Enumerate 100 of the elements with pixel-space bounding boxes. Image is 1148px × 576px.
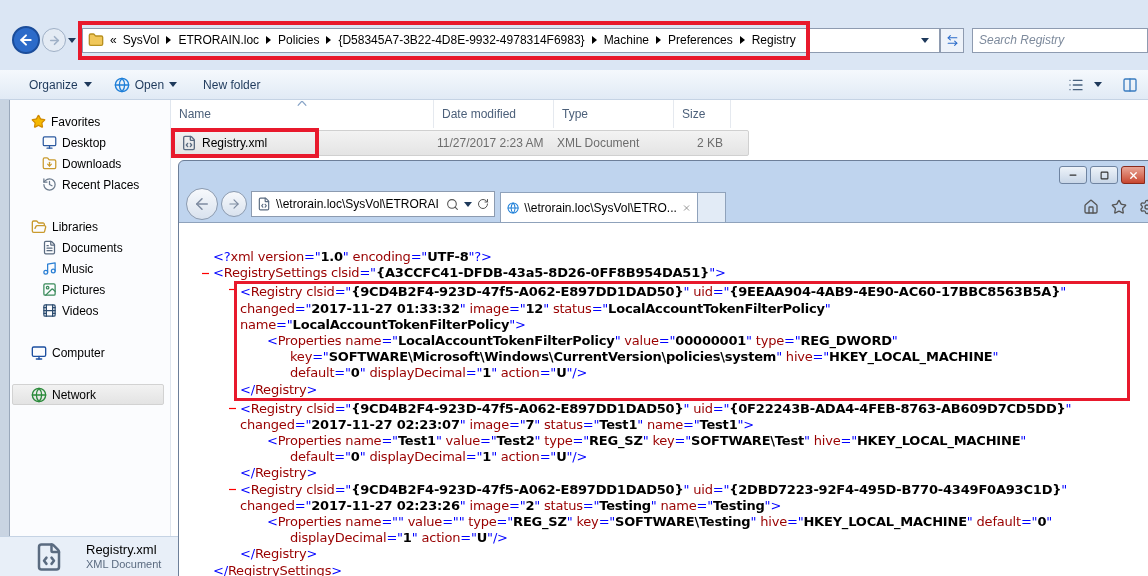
document-icon [42,240,57,255]
xml-line: changed="2017-11-27 02:23:07" image="7" status="Test1" name="Test1"> [240,416,754,432]
nav-item[interactable]: Pictures [12,279,164,300]
xml-line: <?xml version="1.0" encoding="UTF-8"?> [213,249,492,264]
url-field[interactable]: \\etrorain.loc\SysVol\ETRORAI [251,191,495,217]
nav-item[interactable]: Libraries [12,216,164,237]
preview-pane-button[interactable] [1120,76,1140,93]
image-icon [42,282,57,297]
xml-line: name="LocalAccountTokenFilterPolicy"> [240,316,526,332]
nav-item[interactable]: Music [12,258,164,279]
nav-item[interactable]: Downloads [12,153,164,174]
chevron-icon[interactable] [739,36,745,44]
music-note-icon [42,261,57,276]
computer-icon [31,344,47,361]
xml-line: <Registry clsid="{9CD4B2F4-923D-47f5-A062-E897DD1DAD50}" uid="{2DBD7223-92F4-495D-B770-4349F0A93C1D}" [240,481,1068,497]
details-type: XML Document [86,557,162,571]
chevron-icon[interactable] [266,36,272,44]
arrow-right-icon [227,197,241,211]
arrow-right-icon [47,33,61,47]
xml-line: default="0" displayDecimal="1" action="U"/> [290,449,588,465]
minimize-button[interactable] [1059,166,1087,184]
file-name: Registry.xml [202,135,268,152]
caret-icon [68,37,76,43]
chevron-icon[interactable] [591,36,597,44]
home-icon[interactable] [1083,199,1099,215]
arrows-icon [945,33,959,47]
xml-line: displayDecimal="1" action="U"/> [290,530,508,546]
monitor-icon [42,135,57,150]
breadcrumb[interactable]: ETRORAIN.loc [178,31,260,49]
close-icon [1127,169,1139,181]
folder-icon [31,218,47,235]
breadcrumb[interactable]: Registry [751,31,796,49]
xml-line: <Properties name="" value="" type="REG_SZ" key="SOFTWARE\Testing" hive="HKEY_LOCAL_MACHINE" default="0" [267,514,1053,529]
details-name: Registry.xml [86,542,158,557]
xml-line: <Properties name="Test1" value="Test2" type="REG_SZ" key="SOFTWARE\Test" hive="HKEY_LOCAL_MACHINE" [267,433,1027,449]
film-icon [42,303,57,318]
close-button[interactable] [1121,166,1145,184]
nav-item[interactable]: Recent Places [12,174,164,195]
caret-icon [464,201,472,207]
column-header[interactable]: Type [554,100,674,128]
pane-icon [1122,76,1138,93]
xml-line: changed="2017-11-27 01:33:32" image="12" status="LocalAccountTokenFilterPolicy" [240,300,831,316]
globe-icon [507,199,520,216]
new-folder-button[interactable]: New folder [196,72,268,97]
column-header[interactable]: Size [674,100,731,128]
address-bar[interactable]: « SysVol ETRORAIN.loc Policies {D58345A7-3B22-4D8E-9932-4978314F6983} Machine Preferences Registry [82,27,940,53]
xml-line: <Registry clsid="{9CD4B2F4-923D-47f5-A062-E897DD1DAD50}" uid="{9EEAA904-4AB9-4E90-AC60-17BBC8563B5A}" [240,284,1066,300]
breadcrumb[interactable]: {D58345A7-3B22-4D8E-9932-4978314F6983} [338,31,585,49]
nav-item[interactable]: Network [12,384,164,405]
caret-icon [921,37,929,43]
breadcrumb[interactable]: Machine [603,31,649,49]
xml-line: <Properties name="LocalAccountTokenFilterPolicy" value="00000001" type="REG_DWORD" [267,332,898,348]
star-icon [31,114,46,129]
size-cell-text: 2 KB [696,135,723,152]
nav-item[interactable]: Videos [12,300,164,321]
xml-line: <RegistrySettings clsid="{A3CCFC41-DFDB-43a5-8D26-0FF8B954DA51}"> [213,265,726,281]
breadcrumb[interactable]: SysVol [122,31,160,49]
browser-icon [113,76,130,93]
breadcrumb[interactable]: Policies [278,31,320,49]
chevron-icon[interactable] [656,36,661,44]
xml-line: </Registry> [240,546,318,562]
breadcrumb[interactable]: Preferences [668,31,733,49]
open-menu[interactable]: Open [106,72,185,97]
xml-line: changed="2017-11-27 02:23:26" image="2" status="Testing" name="Testing"> [240,497,782,513]
maximize-icon [1099,170,1109,180]
document-icon [257,197,271,211]
column-header[interactable]: Name [171,100,434,128]
nav-item[interactable]: Favorites [12,111,164,132]
column-header[interactable]: Date modified [434,100,554,128]
xml-line: key="SOFTWARE\Microsoft\Windows\CurrentVersion\policies\system" hive="HKEY_LOCAL_MACHINE" [290,349,999,365]
browser-tab[interactable]: \\etrorain.loc\SysVol\ETRO... [500,192,698,222]
clock-icon [42,177,57,192]
organize-menu[interactable]: Organize [22,72,99,97]
globe-icon [31,386,47,403]
folder-icon [88,32,104,48]
caret-icon [1094,82,1102,87]
xml-line: </Registry> [240,381,318,397]
back-button[interactable] [12,26,40,54]
document-icon [181,135,197,151]
overflow-chevron[interactable]: « [110,31,117,49]
maximize-button[interactable] [1090,166,1118,184]
chevron-icon[interactable] [326,36,332,44]
nav-item[interactable]: Computer [12,342,164,363]
search-icon[interactable] [446,197,459,211]
nav-item[interactable]: Documents [12,237,164,258]
folder-icon [42,156,57,171]
date-cell-text: 11/27/2017 2:23 AM [437,135,545,152]
xml-line: </Registry> [240,465,318,481]
nav-item[interactable]: Desktop [12,132,164,153]
search-field[interactable]: Search Registry [972,27,1148,53]
caret-icon [83,82,92,87]
refresh-button[interactable] [940,27,964,53]
file-row[interactable]: Registry.xml 11/27/2017 2:23 AM XML Document 2 KB [173,130,749,156]
refresh-icon[interactable] [477,198,489,210]
favorites-star-icon[interactable] [1111,199,1127,215]
type-cell-text: XML Document [557,135,641,152]
xml-line: <Registry clsid="{9CD4B2F4-923D-47f5-A062-E897DD1DAD50}" uid="{0F22243B-ADA4-4FEB-8763-AB609D7CD5DD}" [240,400,1072,416]
chevron-icon[interactable] [166,36,172,44]
caret-icon [169,82,178,87]
xml-line: default="0" displayDecimal="1" action="U"/> [290,365,588,381]
